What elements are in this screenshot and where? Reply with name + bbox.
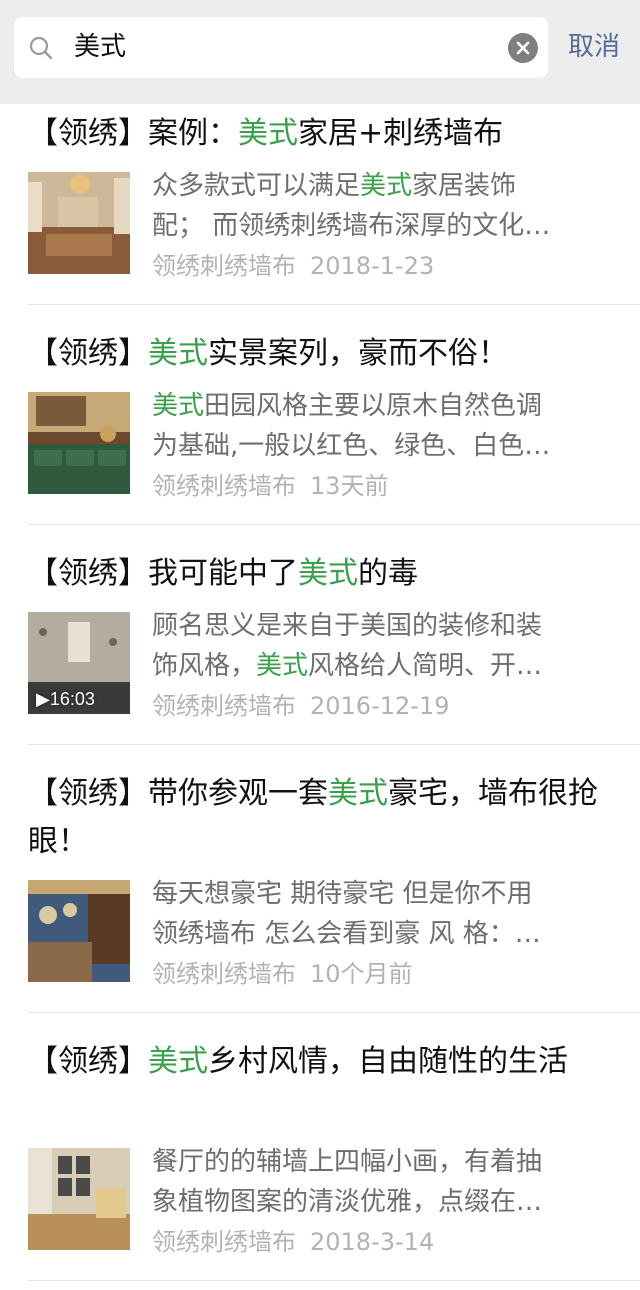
result-description: 餐厅的的辅墙上四幅小画，有着抽 象植物图案的清淡优雅，点缀在… bbox=[152, 1147, 543, 1217]
result-title[interactable]: 【领绣】我可能中了美式的毒 bbox=[28, 550, 618, 598]
result-title[interactable]: 【领绣】美式实景案列，豪而不俗！ bbox=[28, 330, 618, 378]
cancel-button[interactable]: 取消 bbox=[568, 17, 620, 78]
thumbnail-image[interactable] bbox=[28, 1148, 130, 1250]
result-description: 美式田园风格主要以原木自然色调 为基础,一般以红色、绿色、白色… bbox=[152, 391, 551, 461]
source-name[interactable]: 领绣刺绣墙布 bbox=[152, 252, 296, 280]
divider bbox=[28, 304, 640, 305]
source-name[interactable]: 领绣刺绣墙布 bbox=[152, 472, 296, 500]
result-title[interactable]: 【领绣】案例：美式家居+刺绣墙布 bbox=[28, 110, 618, 158]
result-meta: 领绣刺绣墙布 2018-1-23 bbox=[152, 246, 448, 286]
result-description: 众多款式可以满足美式家居装饰 配； 而领绣刺绣墙布深厚的文化… bbox=[152, 171, 551, 241]
search-box[interactable]: 美式 bbox=[14, 17, 548, 78]
publish-date: 2018-1-23 bbox=[310, 252, 435, 280]
divider bbox=[28, 1280, 640, 1281]
source-name[interactable]: 领绣刺绣墙布 bbox=[152, 1228, 296, 1256]
result-meta: 领绣刺绣墙布 2016-12-19 bbox=[152, 686, 463, 726]
publish-date: 2018-3-14 bbox=[310, 1228, 435, 1256]
divider bbox=[28, 1012, 640, 1013]
video-thumbnail[interactable]: ▶16:03 bbox=[28, 612, 130, 714]
divider bbox=[28, 744, 640, 745]
search-icon bbox=[29, 36, 53, 60]
source-name[interactable]: 领绣刺绣墙布 bbox=[152, 960, 296, 988]
publish-date: 2016-12-19 bbox=[310, 692, 450, 720]
result-description: 顾名思义是来自于美国的装修和装 饰风格，美式风格给人简明、开… bbox=[152, 611, 543, 681]
publish-date: 10个月前 bbox=[310, 960, 413, 988]
source-name[interactable]: 领绣刺绣墙布 bbox=[152, 692, 296, 720]
result-meta: 领绣刺绣墙布 2018-3-14 bbox=[152, 1222, 448, 1262]
result-title[interactable]: 【领绣】带你参观一套美式豪宅，墙布很抢眼！ bbox=[28, 770, 618, 866]
thumbnail-image[interactable] bbox=[28, 880, 130, 982]
video-duration: ▶16:03 bbox=[36, 689, 95, 709]
result-description: 每天想豪宅 期待豪宅 但是你不用 领绣墙布 怎么会看到豪 风 格：… bbox=[152, 879, 541, 949]
result-meta: 领绣刺绣墙布 10个月前 bbox=[152, 954, 427, 994]
search-input[interactable]: 美式 bbox=[74, 17, 126, 78]
thumbnail-image[interactable] bbox=[28, 172, 130, 274]
clear-icon[interactable] bbox=[508, 33, 538, 63]
publish-date: 13天前 bbox=[310, 472, 389, 500]
thumbnail-image[interactable] bbox=[28, 392, 130, 494]
result-meta: 领绣刺绣墙布 13天前 bbox=[152, 466, 403, 506]
search-bar: 美式 取消 bbox=[0, 0, 640, 104]
divider bbox=[28, 524, 640, 525]
result-title[interactable]: 【领绣】美式乡村风情，自由随性的生活 bbox=[28, 1038, 618, 1086]
